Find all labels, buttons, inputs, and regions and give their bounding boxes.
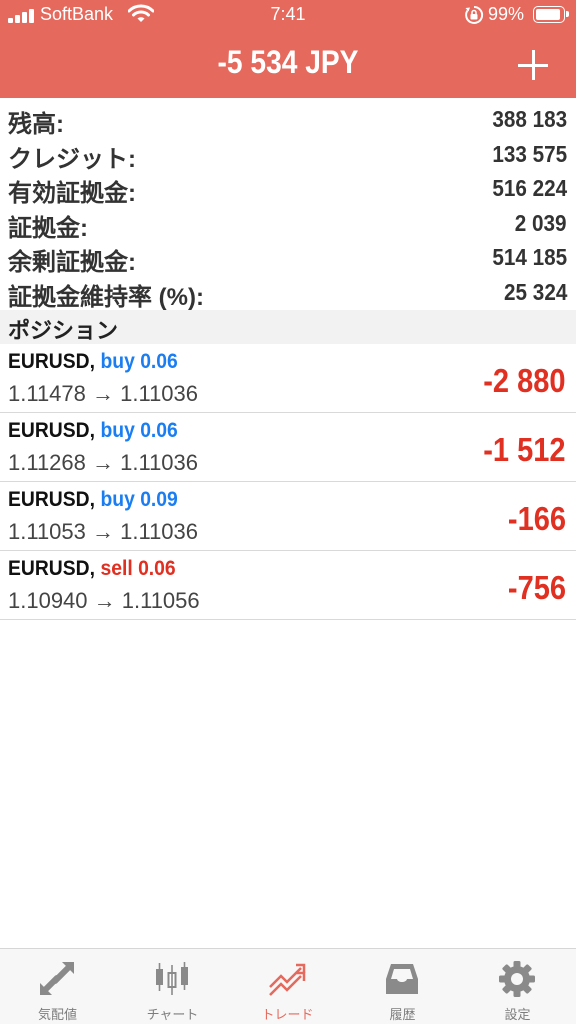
summary-row: 証拠金維持率 (%): 25 324 [0,275,576,311]
summary-row: クレジット: 133 575 [0,137,576,173]
summary-label: 証拠金: [8,214,88,242]
position-row[interactable]: EURUSD, buy 0.09 1.11053 → 1.11036 -166 [0,482,576,551]
candlestick-chart-icon [156,962,188,995]
quotes-arrows-icon [40,962,74,995]
position-prices: 1.11268 → 1.11036 [8,450,199,475]
add-order-button[interactable] [512,44,556,88]
account-summary: 残高: 388 183 クレジット: 133 575 有効証拠金: 516 224 証拠金:… [0,102,576,311]
summary-value: 25 324 [503,278,567,305]
position-symbol: EURUSD, [8,419,95,442]
summary-row: 余剰証拠金: 514 185 [0,240,576,276]
position-title: EURUSD, buy 0.06 [8,419,178,443]
position-title: EURUSD, sell 0.06 [8,557,176,581]
positions-section-header: ポジション [0,310,576,344]
tab-history[interactable]: 履歴 [345,949,460,1024]
position-side: buy 0.06 [100,419,178,442]
position-prices: 1.11053 → 1.11036 [8,519,199,544]
tab-bar: 気配値 チャート トレード 履歴 設定 [0,948,576,1024]
position-title: EURUSD, buy 0.06 [8,350,178,374]
battery-icon [533,6,569,23]
position-profit: -166 [507,500,566,537]
summary-row: 残高: 388 183 [0,102,576,138]
position-profit: -1 512 [483,431,566,468]
position-row[interactable]: EURUSD, sell 0.06 1.10940 → 1.11056 -756 [0,551,576,620]
position-row[interactable]: EURUSD, buy 0.06 1.11268 → 1.11036 -1 512 [0,413,576,482]
gear-icon [499,961,535,997]
summary-label: クレジット: [8,145,136,173]
position-row[interactable]: EURUSD, buy 0.06 1.11478 → 1.11036 -2 880 [0,344,576,413]
tab-quotes[interactable]: 気配値 [0,949,115,1024]
tab-chart[interactable]: チャート [115,949,230,1024]
position-side: buy 0.06 [100,350,178,373]
position-profit: -756 [507,569,566,606]
history-tray-icon [386,964,418,994]
summary-value: 388 183 [492,106,567,132]
position-side: buy 0.09 [100,488,178,511]
trade-trend-icon [269,963,306,996]
tab-label-history: 履歴 [389,1007,416,1022]
position-side: sell 0.06 [100,557,176,580]
summary-value: 514 185 [492,244,567,270]
page-title: -5 534 JPY [217,44,359,80]
rotation-lock-icon [465,5,484,24]
tab-label-trade: トレード [261,1007,314,1022]
summary-label: 有効証拠金: [8,180,136,207]
summary-label: 余剰証拠金: [8,249,136,276]
position-prices: 1.11478 → 1.11036 [8,381,199,406]
tab-settings[interactable]: 設定 [460,949,575,1024]
tab-label-chart: チャート [146,1007,199,1022]
summary-value: 133 575 [492,140,567,167]
status-bar: SoftBank 7:41 99% [0,0,576,32]
position-profit: -2 880 [483,362,566,399]
position-symbol: EURUSD, [8,557,95,580]
summary-label: 証拠金維持率 (%): [8,283,204,311]
position-prices: 1.10940 → 1.11056 [8,588,200,613]
position-title: EURUSD, buy 0.09 [8,488,178,512]
battery-percent: 99% [488,4,525,24]
summary-row: 証拠金: 2 039 [0,206,576,242]
tab-trade[interactable]: トレード [230,949,345,1024]
summary-row: 有効証拠金: 516 224 [0,171,576,207]
tab-label-settings: 設定 [504,1007,531,1022]
summary-value: 516 224 [492,175,567,201]
positions-section-label: ポジション [8,318,119,343]
summary-value: 2 039 [515,209,567,236]
positions-list: EURUSD, buy 0.06 1.11478 → 1.11036 -2 880 EU… [0,344,576,620]
summary-label: 残高: [8,111,64,138]
tab-label-quotes: 気配値 [37,1007,77,1022]
position-symbol: EURUSD, [8,488,95,511]
top-bar: SoftBank 7:41 99% -5 534 JPY [0,0,576,98]
position-symbol: EURUSD, [8,350,95,373]
